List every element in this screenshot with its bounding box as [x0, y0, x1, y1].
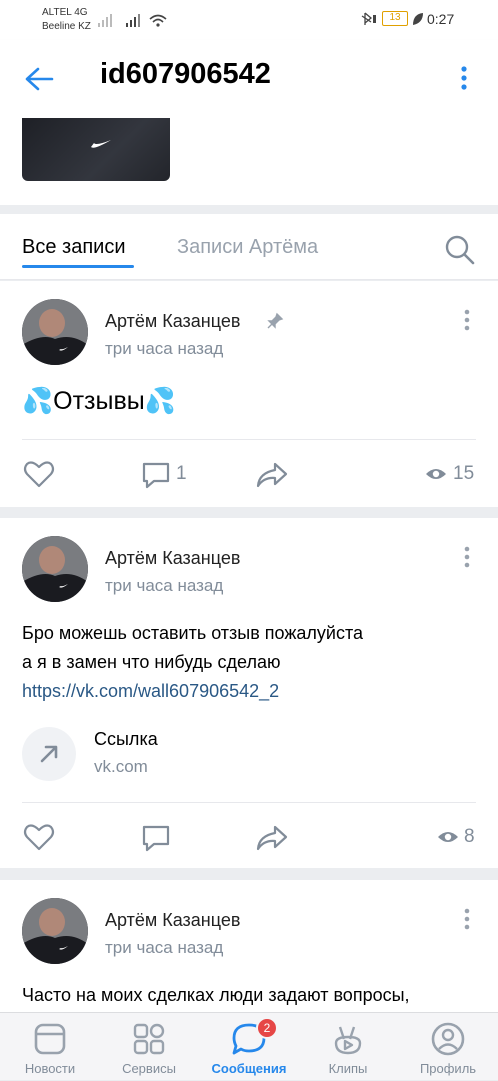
nav-clips-label: Клипы	[328, 1061, 368, 1076]
battery-level: 13	[389, 12, 401, 23]
app-bar: id607906542	[0, 40, 498, 118]
nav-news[interactable]: Новости	[0, 1013, 100, 1081]
back-arrow-icon[interactable]	[24, 66, 54, 92]
post-link[interactable]: https://vk.com/wall607906542_2	[22, 677, 279, 706]
nav-profile-label: Профиль	[419, 1061, 477, 1076]
bluetooth-vibrate-icon	[361, 12, 376, 25]
pin-icon	[267, 312, 284, 329]
link-attachment-thumb	[22, 727, 76, 781]
news-icon	[34, 1023, 66, 1055]
post-time: три часа назад	[105, 339, 224, 358]
swoosh-logo-icon	[91, 140, 111, 148]
clock: 0:27	[427, 11, 455, 27]
services-icon	[133, 1023, 165, 1055]
post-menu-icon[interactable]	[460, 545, 474, 571]
wall-tabs: Все записи Записи Артёма	[0, 214, 498, 280]
comment-count: 1	[176, 463, 187, 484]
active-tab-indicator	[22, 265, 134, 268]
post-text: Часто на моих сделках люди задают вопрос…	[22, 985, 410, 1005]
nav-messages[interactable]: 2 Сообщения	[199, 1013, 299, 1081]
post-time: три часа назад	[105, 938, 224, 957]
comment-icon[interactable]	[141, 461, 171, 489]
profile-photo-strip	[0, 118, 498, 205]
avatar[interactable]	[22, 898, 88, 964]
carrier-2: Beeline KZ	[42, 21, 91, 32]
share-icon[interactable]	[255, 824, 289, 852]
post-card: Артём Казанцев три часа назад Бро можешь…	[0, 518, 498, 868]
nav-profile[interactable]: Профиль	[398, 1013, 498, 1081]
nav-services[interactable]: Сервисы	[99, 1013, 199, 1081]
divider	[22, 439, 476, 440]
views-count: 8	[464, 826, 475, 847]
nav-clips[interactable]: Клипы	[298, 1013, 398, 1081]
tab-all-posts[interactable]: Все записи	[22, 236, 126, 259]
views-count: 15	[453, 463, 475, 484]
external-link-icon	[40, 745, 58, 763]
page-title: id607906542	[100, 58, 271, 90]
post-menu-icon[interactable]	[460, 907, 474, 933]
post-text: 💦Отзывы💦	[22, 387, 176, 415]
like-icon[interactable]	[23, 460, 55, 488]
link-attachment-domain: vk.com	[94, 757, 148, 776]
leaf-icon	[413, 13, 423, 25]
post-text-line: Бро можешь оставить отзыв пожалуйста	[22, 623, 364, 643]
carrier-1: ALTEL 4G	[42, 7, 88, 18]
avatar[interactable]	[22, 299, 88, 365]
views-eye-icon	[438, 832, 458, 842]
avatar[interactable]	[22, 536, 88, 602]
nav-services-label: Сервисы	[122, 1061, 176, 1076]
post-author[interactable]: Артём Казанцев	[105, 311, 240, 332]
battery-indicator: 13	[382, 11, 408, 26]
search-icon[interactable]	[444, 234, 476, 266]
clips-icon	[334, 1026, 362, 1055]
nav-messages-label: Сообщения	[211, 1061, 287, 1076]
post-menu-icon[interactable]	[460, 308, 474, 334]
post-author[interactable]: Артём Казанцев	[105, 910, 240, 931]
post-card: Артём Казанцев три часа назад Часто на м…	[0, 880, 498, 1012]
share-icon[interactable]	[255, 461, 289, 489]
messages-badge: 2	[256, 1017, 278, 1039]
photo-thumbnail[interactable]	[22, 118, 170, 181]
link-attachment-title: Ссылка	[94, 729, 158, 749]
post-text-line: а я в замен что нибудь сделаю	[22, 652, 281, 672]
profile-icon	[431, 1022, 465, 1056]
like-icon[interactable]	[23, 823, 55, 851]
views-eye-icon	[426, 469, 446, 479]
link-attachment[interactable]: Ссылка vk.com	[22, 727, 322, 781]
signal-icon	[98, 14, 167, 27]
tab-user-posts[interactable]: Записи Артёма	[177, 236, 318, 259]
messages-badge-count: 2	[263, 1021, 271, 1035]
nav-news-label: Новости	[24, 1061, 76, 1076]
post-card: Артём Казанцев три часа назад 💦Отзывы💦 1…	[0, 281, 498, 507]
divider	[22, 802, 476, 803]
more-menu-icon[interactable]	[456, 64, 472, 94]
post-time: три часа назад	[105, 576, 224, 595]
comment-icon[interactable]	[141, 824, 171, 852]
post-author[interactable]: Артём Казанцев	[105, 548, 240, 569]
status-bar: ALTEL 4G Beeline KZ 13 0:27	[0, 0, 498, 40]
bottom-navigation: Новости Сервисы 2 Сообщения Клипы Профил…	[0, 1012, 498, 1080]
